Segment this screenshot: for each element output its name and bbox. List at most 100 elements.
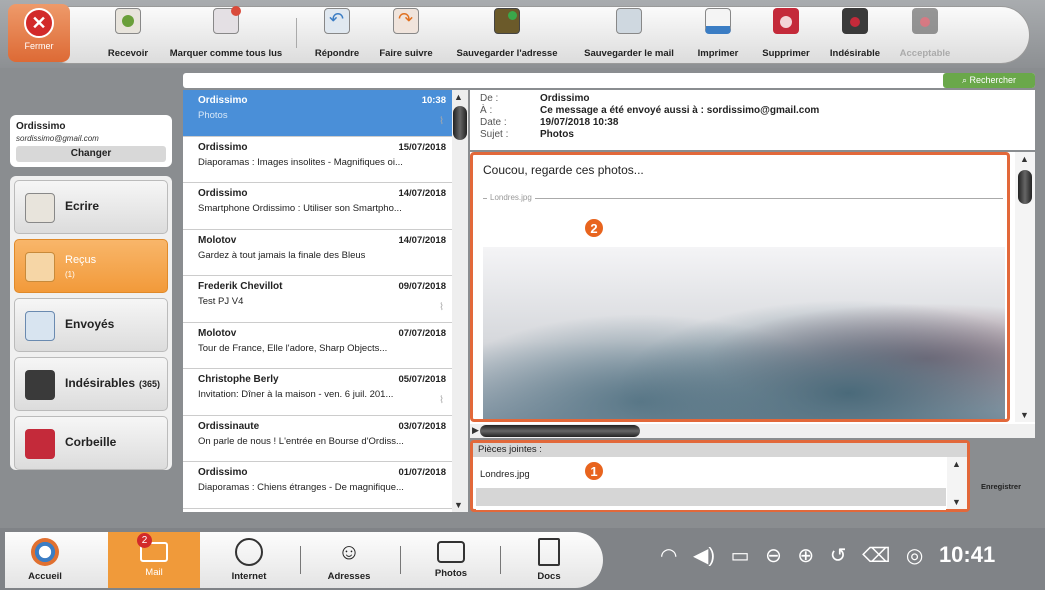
not-spam-icon <box>912 8 938 34</box>
save-attachment-label: Enregistrer <box>980 482 1022 491</box>
taskbar-docs[interactable]: Docs <box>518 532 580 588</box>
message-row[interactable]: Christophe Berly 05/07/2018 Invitation: … <box>183 369 468 416</box>
message-date: 07/07/2018 <box>398 327 446 339</box>
folder-inbox[interactable]: Reçus (1) <box>14 239 168 293</box>
mail-count-badge: 2 <box>137 533 152 548</box>
body-scrollbar[interactable]: ▲ ▼ <box>1015 152 1035 422</box>
attachments-scrollbar[interactable]: ▲ ▼ <box>947 457 967 509</box>
folder-trash[interactable]: Corbeille <box>14 416 168 470</box>
from-value: Ordissimo <box>540 93 590 104</box>
date-value: 19/07/2018 10:38 <box>540 117 619 128</box>
message-preview: Gardez à tout jamais la finale des Bleus <box>198 249 366 261</box>
scroll-up-icon[interactable]: ▲ <box>1020 154 1029 164</box>
message-preview: Tour de France, Elle l'adore, Sharp Obje… <box>198 342 388 354</box>
trash-icon[interactable]: ⌫ <box>862 543 890 568</box>
taskbar-home[interactable]: Accueil <box>14 532 76 588</box>
scroll-down-icon[interactable]: ▼ <box>1020 410 1029 420</box>
callout-frame-body <box>470 152 1010 422</box>
wifi-icon[interactable]: ◠ <box>660 543 677 568</box>
search-button[interactable]: ⌕ Rechercher <box>943 73 1035 88</box>
reply-button[interactable]: Répondre <box>306 8 368 62</box>
account-card: Ordissimo sordissimo@gmail.com Changer <box>10 115 172 167</box>
folder-label: Indésirables <box>65 376 136 390</box>
receive-icon <box>115 8 141 34</box>
taskbar-contacts[interactable]: ☺ Adresses <box>318 532 380 588</box>
reply-label: Répondre <box>314 48 360 59</box>
delete-button[interactable]: Supprimer <box>756 8 816 62</box>
message-date: 01/07/2018 <box>398 467 446 478</box>
message-preview: Invitation: Dîner à la maison - ven. 6 j… <box>198 389 394 400</box>
scroll-up-icon[interactable]: ▲ <box>454 92 463 102</box>
folder-spam[interactable]: Indésirables (365) <box>14 357 168 411</box>
to-value: Ce message a été envoyé aussi à : sordis… <box>540 105 820 116</box>
search-bar[interactable]: ⌕ Rechercher <box>183 73 1035 88</box>
body-horizontal-scrollbar[interactable]: ▶ <box>470 424 1035 438</box>
message-row[interactable]: Ordissimo 14/07/2018 Smartphone Ordissim… <box>183 183 468 230</box>
system-tray: ◠ ◀) ▭ ⊖ ⊕ ↺ ⌫ ◎ 10:41 <box>660 542 1005 576</box>
sent-icon <box>25 311 55 341</box>
forward-icon <box>393 8 419 34</box>
scroll-right-icon[interactable]: ▶ <box>472 425 1027 436</box>
scroll-thumb[interactable] <box>1018 170 1032 204</box>
spam-bin-icon <box>842 8 868 34</box>
message-preview: On parle de nous ! L'entrée en Bourse d'… <box>198 435 404 447</box>
zoom-in-icon[interactable]: ⊕ <box>797 543 814 568</box>
zoom-out-icon[interactable]: ⊖ <box>765 543 782 568</box>
spam-folder-icon <box>25 370 55 400</box>
subject-value: Photos <box>540 129 574 140</box>
message-list-scrollbar[interactable]: ▲ ▼ <box>452 90 468 512</box>
folder-label: Reçus <box>65 254 97 266</box>
inbox-icon <box>25 252 55 282</box>
taskbar-mail[interactable]: Mail <box>108 532 200 588</box>
save-address-button[interactable]: Sauvegarder l'adresse <box>448 8 566 62</box>
taskbar-internet[interactable]: Internet <box>218 532 280 588</box>
save-attachment-button[interactable]: Enregistrer <box>973 462 1029 502</box>
message-row[interactable]: Ordissinaute 03/07/2018 On parle de nous… <box>183 416 468 462</box>
mark-read-icon <box>213 6 241 34</box>
battery-icon[interactable]: ▭ <box>731 543 750 568</box>
spam-label: Indésirable <box>829 48 881 59</box>
print-button[interactable]: Imprimer <box>690 8 746 62</box>
change-account-button[interactable]: Changer <box>16 146 166 162</box>
attachment-empty-row <box>476 488 946 506</box>
message-row[interactable]: Ordissimo 10:38 Photos ⌇ <box>183 90 468 137</box>
folder-write[interactable]: Ecrire <box>14 180 168 234</box>
spam-button[interactable]: Indésirable <box>824 8 886 62</box>
receive-button[interactable]: Recevoir <box>98 8 158 62</box>
scroll-up-icon[interactable]: ▲ <box>952 459 961 469</box>
save-mail-button[interactable]: Sauvegarder le mail <box>574 8 684 62</box>
message-preview: Smartphone Ordissimo : Utiliser son Smar… <box>198 203 402 214</box>
message-row[interactable]: Ordissimo 15/07/2018 Diaporamas : Images… <box>183 137 468 183</box>
folder-sent[interactable]: Envoyés <box>14 298 168 352</box>
taskbar-photos[interactable]: Photos <box>420 532 482 588</box>
taskbar-label: Photos <box>434 568 468 579</box>
not-spam-button[interactable]: Acceptable <box>894 8 956 62</box>
undo-icon[interactable]: ↺ <box>830 543 847 568</box>
message-row[interactable]: Molotov 07/07/2018 Tour de France, Elle … <box>183 323 468 369</box>
message-date: 14/07/2018 <box>398 188 446 199</box>
attachment-item[interactable]: Londres.jpg <box>476 460 946 488</box>
attachments-panel: Pièces jointes : Londres.jpg ▲ ▼ <box>470 440 970 512</box>
help-icon[interactable]: ◎ <box>906 543 923 568</box>
print-label: Imprimer <box>697 48 739 59</box>
scroll-down-icon[interactable]: ▼ <box>454 500 463 510</box>
message-row[interactable]: Molotov 14/07/2018 Gardez à tout jamais … <box>183 230 468 276</box>
scroll-thumb[interactable] <box>453 106 467 140</box>
from-label: De : <box>480 93 499 104</box>
forward-button[interactable]: Faire suivre <box>373 8 439 62</box>
message-preview: Test PJ V4 <box>198 296 244 307</box>
camera-icon <box>437 541 465 563</box>
printer-icon <box>705 8 731 34</box>
message-row[interactable]: Frederik Chevillot 09/07/2018 Test PJ V4… <box>183 276 468 323</box>
attachment-icon: ⌇ <box>439 302 444 313</box>
attachment-icon: ⌇ <box>439 395 444 406</box>
not-spam-label: Acceptable <box>899 48 951 59</box>
taskbar-label: Internet <box>231 571 267 582</box>
search-icon: ⌕ <box>961 75 970 85</box>
mark-all-read-button[interactable]: Marquer comme tous lus <box>162 6 290 62</box>
message-row[interactable]: Ordissimo 01/07/2018 Diaporamas : Chiens… <box>183 462 468 509</box>
scroll-down-icon[interactable]: ▼ <box>952 497 961 507</box>
taskbar-label: Accueil <box>28 571 62 582</box>
volume-icon[interactable]: ◀) <box>693 543 715 568</box>
close-button[interactable]: ✕ Fermer <box>8 4 70 62</box>
